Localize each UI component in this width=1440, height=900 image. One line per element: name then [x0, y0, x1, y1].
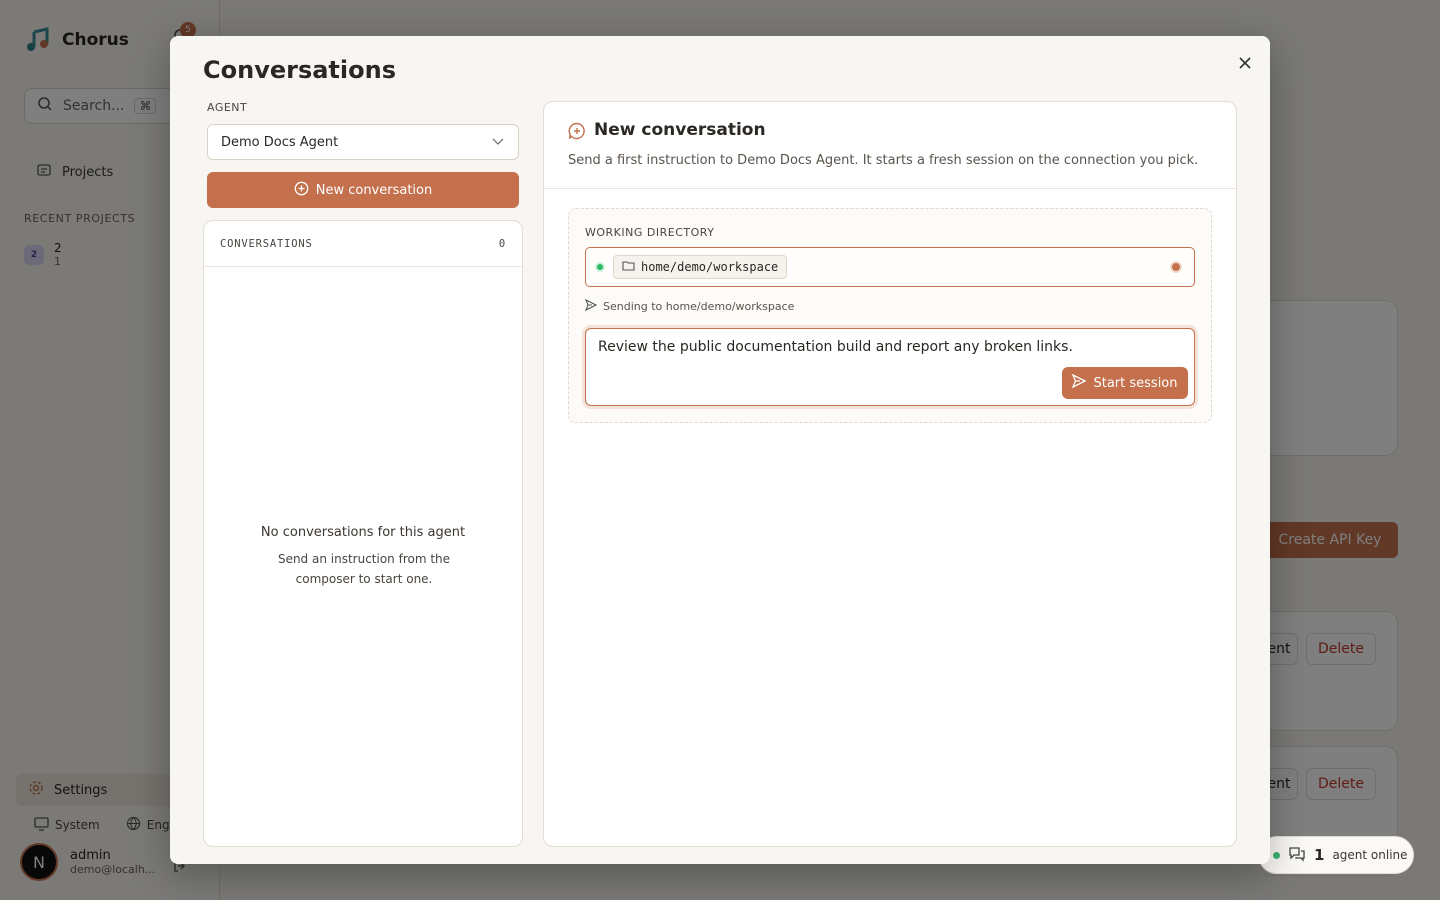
panel-title: New conversation [594, 120, 766, 140]
conversation-list: CONVERSATIONS 0 No conversations for thi… [203, 220, 523, 847]
online-status-dot [1273, 851, 1280, 859]
sending-to-text: Sending to home/demo/workspace [603, 300, 795, 313]
new-conversation-label: New conversation [315, 182, 433, 198]
agents-online-indicator[interactable]: 1 agent online [1258, 836, 1414, 874]
selection-radio[interactable] [1170, 261, 1182, 273]
panel-header: New conversation Send a first instructio… [544, 102, 1236, 189]
agent-select-value: Demo Docs Agent [221, 134, 339, 150]
connection-status-dot [595, 262, 605, 272]
send-icon [1072, 373, 1087, 392]
instruction-input[interactable]: Review the public documentation build an… [585, 328, 1195, 406]
send-icon [584, 298, 598, 314]
conversation-count: 0 [498, 237, 506, 250]
start-session-button[interactable]: Start session [1062, 367, 1188, 399]
conversation-list-header: CONVERSATIONS 0 [204, 221, 522, 267]
agent-label: AGENT [207, 101, 248, 114]
dialog-title: Conversations [203, 56, 396, 84]
folder-icon [622, 260, 635, 274]
working-directory-field[interactable]: home/demo/workspace [585, 247, 1195, 287]
agent-select[interactable]: Demo Docs Agent [207, 124, 519, 160]
online-count: 1 [1314, 846, 1325, 864]
close-icon[interactable] [1234, 52, 1256, 74]
instruction-text: Review the public documentation build an… [598, 339, 1073, 355]
working-directory-path: home/demo/workspace [641, 260, 779, 274]
empty-state-description: Send an instruction from the composer to… [277, 552, 451, 586]
chevron-down-icon [492, 135, 504, 150]
empty-state-title: No conversations for this agent [260, 525, 466, 540]
new-conversation-button[interactable]: New conversation [207, 172, 519, 208]
chat-plus-icon [568, 122, 586, 144]
working-directory-chip[interactable]: home/demo/workspace [613, 255, 788, 279]
new-conversation-panel: New conversation Send a first instructio… [543, 101, 1237, 847]
panel-description: Send a first instruction to Demo Docs Ag… [568, 153, 1199, 168]
conversation-list-title: CONVERSATIONS [220, 237, 313, 250]
online-label: agent online [1332, 848, 1408, 862]
working-directory-label: WORKING DIRECTORY [585, 226, 715, 239]
conversations-dialog: Conversations AGENT Demo Docs Agent New … [170, 36, 1270, 864]
plus-circle-icon [294, 181, 309, 200]
composer: WORKING DIRECTORY home/demo/workspace Se… [568, 208, 1212, 423]
start-session-label: Start session [1093, 375, 1178, 391]
chat-bubbles-icon [1288, 846, 1306, 865]
sending-to-hint: Sending to home/demo/workspace [584, 298, 795, 314]
